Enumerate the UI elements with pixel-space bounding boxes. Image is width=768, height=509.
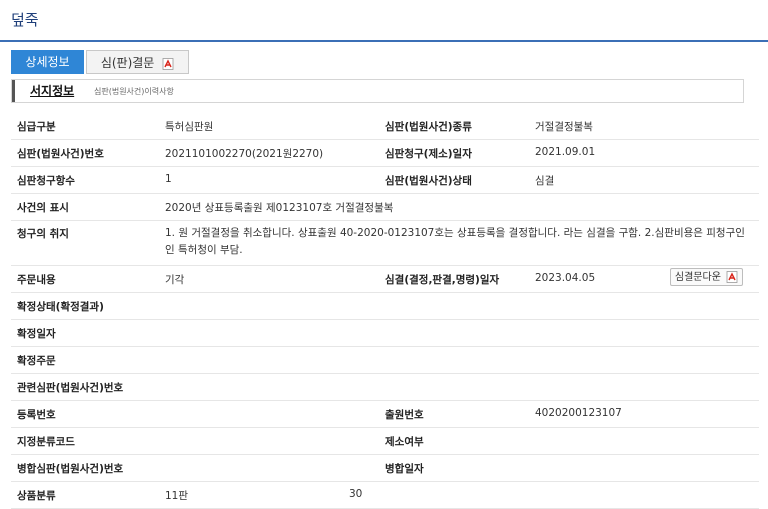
table-row: 심판(법원사건)번호 2021101002270(2021원2270) 심판청구… xyxy=(11,140,759,167)
tab-detail-info[interactable]: 상세정보 xyxy=(11,50,84,74)
row-value-2: 2023.04.05 xyxy=(535,272,596,284)
row-value: 1 xyxy=(165,173,172,185)
table-row: 병합심판(법원사건)번호 병합일자 xyxy=(11,455,759,482)
table-row: 지정분류코드 제소여부 xyxy=(11,428,759,455)
row-value: 11판 xyxy=(165,490,189,502)
tab-label: 심(판)결문 xyxy=(100,56,155,70)
table-row: 심급구분 특허심판원 심판(법원사건)종류 거절결정불복 xyxy=(11,113,759,140)
subnav-bibliographic-link[interactable]: 서지정보 xyxy=(30,82,74,99)
row-value-2: 심결 xyxy=(535,175,555,187)
row-value: 특허심판원 xyxy=(165,121,214,133)
row-label: 관련심판(법원사건)번호 xyxy=(17,382,124,394)
table-row: 사건의 표시 2020년 상표등록출원 제0123107호 거절결정불복 xyxy=(11,194,759,221)
table-row: 확정상태(확정결과) xyxy=(11,293,759,320)
row-value: 기각 xyxy=(165,274,185,286)
page-title: 덮죽 xyxy=(11,11,39,29)
row-label-2: 심판청구(제소)일자 xyxy=(385,148,472,160)
table-row: 확정일자 xyxy=(11,320,759,347)
row-value-2: 2021.09.01 xyxy=(535,146,596,158)
row-value-2: 4020200123107 xyxy=(535,407,622,419)
tab-decision-document[interactable]: 심(판)결문 xyxy=(86,50,189,74)
subnav-description: 심판(법원사건)이력사항 xyxy=(94,87,174,96)
row-label: 심판청구항수 xyxy=(17,175,75,187)
row-label: 청구의 취지 xyxy=(17,228,69,240)
button-label: 심결문다운 xyxy=(674,272,721,283)
table-row: 상품분류 11판 30 xyxy=(11,482,759,509)
row-label: 심판(법원사건)번호 xyxy=(17,148,104,160)
row-label-2: 심판(법원사건)종류 xyxy=(385,121,472,133)
row-label: 확정주문 xyxy=(17,355,56,367)
row-label-2: 제소여부 xyxy=(385,436,424,448)
row-value: 1. 원 거절결정을 취소합니다. 상표출원 40-2020-0123107호는… xyxy=(165,227,745,256)
tab-label: 상세정보 xyxy=(25,55,70,69)
table-row: 등록번호 출원번호 4020200123107 xyxy=(11,401,759,428)
detail-table: 심급구분 특허심판원 심판(법원사건)종류 거절결정불복 심판(법원사건)번호 … xyxy=(11,113,759,509)
row-label: 확정상태(확정결과) xyxy=(17,301,104,313)
row-label: 심급구분 xyxy=(17,121,56,133)
row-label: 사건의 표시 xyxy=(17,202,69,214)
table-row: 청구의 취지 1. 원 거절결정을 취소합니다. 상표출원 40-2020-01… xyxy=(11,221,759,266)
pdf-icon xyxy=(162,57,174,70)
table-row: 관련심판(법원사건)번호 xyxy=(11,374,759,401)
row-label: 등록번호 xyxy=(17,409,56,421)
row-label: 주문내용 xyxy=(17,274,56,286)
sub-navigation: 서지정보 심판(법원사건)이력사항 xyxy=(11,79,744,103)
pdf-icon xyxy=(726,271,738,283)
row-label: 상품분류 xyxy=(17,490,56,502)
row-label-2: 심결(결정,판결,명령)일자 xyxy=(385,274,500,286)
page-header: 덮죽 xyxy=(0,0,768,42)
row-extra-value: 30 xyxy=(349,488,363,500)
table-row: 심판청구항수 1 심판(법원사건)상태 심결 xyxy=(11,167,759,194)
row-value-2: 거절결정불복 xyxy=(535,121,593,133)
table-row: 확정주문 xyxy=(11,347,759,374)
row-label-2: 심판(법원사건)상태 xyxy=(385,175,472,187)
row-label-2: 병합일자 xyxy=(385,463,424,475)
decision-download-button[interactable]: 심결문다운 xyxy=(670,268,743,286)
row-value: 2020년 상표등록출원 제0123107호 거절결정불복 xyxy=(165,202,394,214)
row-label-2: 출원번호 xyxy=(385,409,424,421)
row-label: 병합심판(법원사건)번호 xyxy=(17,463,124,475)
table-row: 주문내용 기각 심결(결정,판결,명령)일자 2023.04.05 심결문다운 xyxy=(11,266,759,293)
subnav-marker xyxy=(12,80,15,102)
row-value: 2021101002270(2021원2270) xyxy=(165,148,324,160)
row-label: 지정분류코드 xyxy=(17,436,75,448)
row-label: 확정일자 xyxy=(17,328,56,340)
